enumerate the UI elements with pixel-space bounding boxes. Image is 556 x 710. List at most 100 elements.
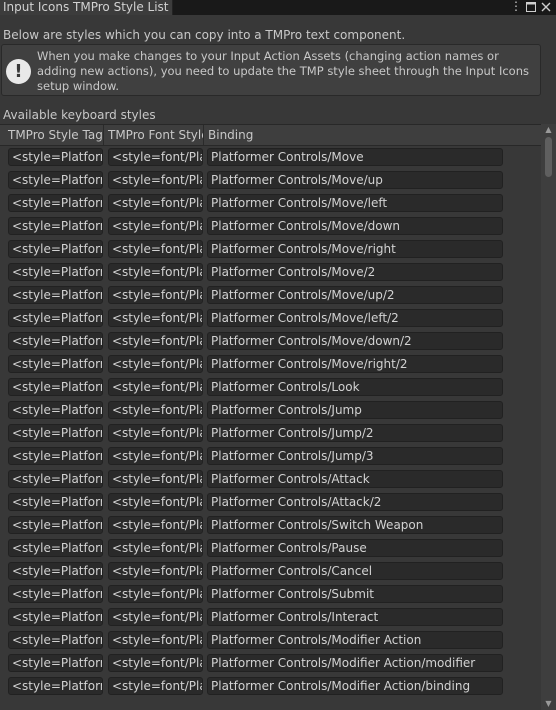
header-font-style[interactable]: TMPro Font Style bbox=[105, 125, 203, 145]
style-tag-field[interactable]: <style=PlatformerControls/Submit> bbox=[8, 585, 103, 603]
binding-field[interactable]: Platformer Controls/Move/right/2 bbox=[207, 355, 503, 373]
header-binding[interactable]: Binding bbox=[205, 125, 505, 145]
table-row: <style=PlatformerControls/Jump> <style=fo… bbox=[0, 399, 541, 422]
style-tag-field[interactable]: <style=PlatformerControls/Attack/2> bbox=[8, 493, 103, 511]
binding-field[interactable]: Platformer Controls/Move/up bbox=[207, 171, 503, 189]
style-tag-field[interactable]: <style=PlatformerControls/Move/down/2> bbox=[8, 332, 103, 350]
font-style-field[interactable]: <style=font/PlatformerControls/ModifierA… bbox=[108, 654, 203, 672]
font-style-field[interactable]: <style=font/PlatformerControls/Move/down… bbox=[108, 217, 203, 235]
style-tag-field[interactable]: <style=PlatformerControls/Interact> bbox=[8, 608, 103, 626]
close-icon[interactable] bbox=[539, 0, 553, 15]
column-divider[interactable] bbox=[103, 125, 104, 145]
scrollbar-thumb[interactable] bbox=[545, 137, 552, 177]
font-style-field[interactable]: <style=font/PlatformerControls/Jump/2> bbox=[108, 424, 203, 442]
font-style-field[interactable]: <style=font/PlatformerControls/Move/left… bbox=[108, 194, 203, 212]
font-style-field[interactable]: <style=font/PlatformerControls/Submit> bbox=[108, 585, 203, 603]
font-style-field[interactable]: <style=font/PlatformerControls/Look> bbox=[108, 378, 203, 396]
style-tag-field[interactable]: <style=PlatformerControls/Move/up/2> bbox=[8, 286, 103, 304]
style-tag-field[interactable]: <style=PlatformerControls/Jump> bbox=[8, 401, 103, 419]
font-style-field[interactable]: <style=font/PlatformerControls/Attack/2> bbox=[108, 493, 203, 511]
font-style-field[interactable]: <style=font/PlatformerControls/SwitchWea… bbox=[108, 516, 203, 534]
style-tag-field[interactable]: <style=PlatformerControls/SwitchWeapon> bbox=[8, 516, 103, 534]
binding-field[interactable]: Platformer Controls/Modifier Action bbox=[207, 631, 503, 649]
more-vertical-icon[interactable]: ⋮ bbox=[509, 0, 523, 15]
table-row: <style=PlatformerControls/Attack/2> <styl… bbox=[0, 491, 541, 514]
binding-field[interactable]: Platformer Controls/Move/2 bbox=[207, 263, 503, 281]
style-tag-field[interactable]: <style=PlatformerControls/Move/left/2> bbox=[8, 309, 103, 327]
table-row: <style=PlatformerControls/Move/left/2> <s… bbox=[0, 307, 541, 330]
scroll-down-icon[interactable]: ▼ bbox=[541, 698, 556, 710]
font-style-field[interactable]: <style=font/PlatformerControls/Cancel> bbox=[108, 562, 203, 580]
style-tag-field[interactable]: <style=PlatformerControls/Cancel> bbox=[8, 562, 103, 580]
font-style-field[interactable]: <style=font/PlatformerControls/Move/up/2… bbox=[108, 286, 203, 304]
font-style-field[interactable]: <style=font/PlatformerControls/ModifierA… bbox=[108, 631, 203, 649]
binding-field[interactable]: Platformer Controls/Cancel bbox=[207, 562, 503, 580]
maximize-icon[interactable] bbox=[524, 0, 538, 15]
binding-field[interactable]: Platformer Controls/Move/left/2 bbox=[207, 309, 503, 327]
style-tag-field[interactable]: <style=PlatformerControls/Move> bbox=[8, 148, 103, 166]
style-tag-field[interactable]: <style=PlatformerControls/Look> bbox=[8, 378, 103, 396]
table-row: <style=PlatformerControls/Move/down> <sty… bbox=[0, 215, 541, 238]
style-tag-field[interactable]: <style=PlatformerControls/Move/2> bbox=[8, 263, 103, 281]
exclamation-icon: ! bbox=[6, 59, 31, 84]
font-style-field[interactable]: <style=font/PlatformerControls/Move> bbox=[108, 148, 203, 166]
binding-field[interactable]: Platformer Controls/Attack bbox=[207, 470, 503, 488]
font-style-field[interactable]: <style=font/PlatformerControls/Attack> bbox=[108, 470, 203, 488]
style-tag-field[interactable]: <style=PlatformerControls/Move/up> bbox=[8, 171, 103, 189]
window-title: Input Icons TMPro Style List bbox=[3, 0, 169, 14]
binding-field[interactable]: Platformer Controls/Attack/2 bbox=[207, 493, 503, 511]
binding-field[interactable]: Platformer Controls/Move/up/2 bbox=[207, 286, 503, 304]
binding-field[interactable]: Platformer Controls/Move/down/2 bbox=[207, 332, 503, 350]
binding-field[interactable]: Platformer Controls/Pause bbox=[207, 539, 503, 557]
binding-field[interactable]: Platformer Controls/Move/left bbox=[207, 194, 503, 212]
style-tag-field[interactable]: <style=PlatformerControls/ModifierAction… bbox=[8, 631, 103, 649]
header-style-tag[interactable]: TMPro Style Tag bbox=[5, 125, 103, 145]
window-tab[interactable]: Input Icons TMPro Style List bbox=[0, 0, 173, 15]
style-tag-field[interactable]: <style=PlatformerControls/Pause> bbox=[8, 539, 103, 557]
vertical-scrollbar[interactable]: ▲ ▼ bbox=[541, 124, 556, 710]
font-style-field[interactable]: <style=font/PlatformerControls/Move/righ… bbox=[108, 240, 203, 258]
binding-field[interactable]: Platformer Controls/Look bbox=[207, 378, 503, 396]
table-row: <style=PlatformerControls/Move/down/2> <s… bbox=[0, 330, 541, 353]
font-style-field[interactable]: <style=font/PlatformerControls/Move/left… bbox=[108, 309, 203, 327]
binding-field[interactable]: Platformer Controls/Jump/3 bbox=[207, 447, 503, 465]
style-tag-field[interactable]: <style=PlatformerControls/ModifierAction… bbox=[8, 654, 103, 672]
binding-field[interactable]: Platformer Controls/Modifier Action/bind… bbox=[207, 677, 503, 695]
font-style-field[interactable]: <style=font/PlatformerControls/Move/2> bbox=[108, 263, 203, 281]
style-tag-field[interactable]: <style=PlatformerControls/Move/left> bbox=[8, 194, 103, 212]
table-row: <style=PlatformerControls/Move/right> <st… bbox=[0, 238, 541, 261]
binding-field[interactable]: Platformer Controls/Move bbox=[207, 148, 503, 166]
font-style-field[interactable]: <style=font/PlatformerControls/Jump/3> bbox=[108, 447, 203, 465]
font-style-field[interactable]: <style=font/PlatformerControls/Pause> bbox=[108, 539, 203, 557]
binding-field[interactable]: Platformer Controls/Submit bbox=[207, 585, 503, 603]
binding-field[interactable]: Platformer Controls/Jump bbox=[207, 401, 503, 419]
font-style-field[interactable]: <style=font/PlatformerControls/Jump> bbox=[108, 401, 203, 419]
binding-field[interactable]: Platformer Controls/Move/right bbox=[207, 240, 503, 258]
tab-bar: Input Icons TMPro Style List ⋮ bbox=[0, 0, 556, 15]
table-row: <style=PlatformerControls/ModifierAction… bbox=[0, 629, 541, 652]
style-tag-field[interactable]: <style=PlatformerControls/Move/right> bbox=[8, 240, 103, 258]
table-row: <style=PlatformerControls/Move/right/2> <… bbox=[0, 353, 541, 376]
font-style-field[interactable]: <style=font/PlatformerControls/Move/up> bbox=[108, 171, 203, 189]
binding-field[interactable]: Platformer Controls/Switch Weapon bbox=[207, 516, 503, 534]
style-tag-field[interactable]: <style=PlatformerControls/Move/down> bbox=[8, 217, 103, 235]
font-style-field[interactable]: <style=font/PlatformerControls/Move/righ… bbox=[108, 355, 203, 373]
font-style-field[interactable]: <style=font/PlatformerControls/Move/down… bbox=[108, 332, 203, 350]
style-tag-field[interactable]: <style=PlatformerControls/Jump/3> bbox=[8, 447, 103, 465]
binding-field[interactable]: Platformer Controls/Move/down bbox=[207, 217, 503, 235]
column-divider[interactable] bbox=[203, 125, 204, 145]
binding-field[interactable]: Platformer Controls/Interact bbox=[207, 608, 503, 626]
style-tag-field[interactable]: <style=PlatformerControls/ModifierAction… bbox=[8, 677, 103, 695]
table-header: TMPro Style Tag TMPro Font Style Binding bbox=[0, 124, 541, 146]
style-tag-field[interactable]: <style=PlatformerControls/Attack> bbox=[8, 470, 103, 488]
binding-field[interactable]: Platformer Controls/Jump/2 bbox=[207, 424, 503, 442]
binding-field[interactable]: Platformer Controls/Modifier Action/modi… bbox=[207, 654, 503, 672]
style-tag-field[interactable]: <style=PlatformerControls/Jump/2> bbox=[8, 424, 103, 442]
font-style-field[interactable]: <style=font/PlatformerControls/ModifierA… bbox=[108, 677, 203, 695]
table-row: <style=PlatformerControls/Submit> <style=… bbox=[0, 583, 541, 606]
table-row: <style=PlatformerControls/Interact> <styl… bbox=[0, 606, 541, 629]
table-row: <style=PlatformerControls/Move/up> <style… bbox=[0, 169, 541, 192]
style-tag-field[interactable]: <style=PlatformerControls/Move/right/2> bbox=[8, 355, 103, 373]
scroll-up-icon[interactable]: ▲ bbox=[541, 124, 556, 136]
font-style-field[interactable]: <style=font/PlatformerControls/Interact> bbox=[108, 608, 203, 626]
